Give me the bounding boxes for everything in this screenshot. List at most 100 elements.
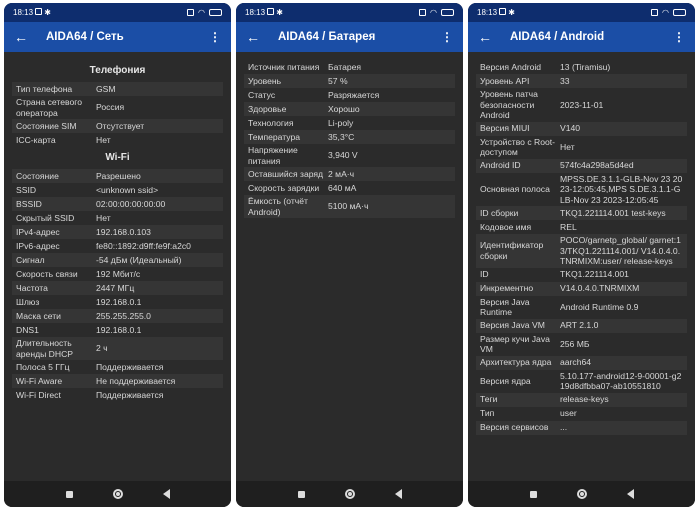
row-label: Версия Android — [480, 61, 542, 72]
battery-icon — [209, 9, 222, 16]
row-label: Длительность аренды DHCP — [16, 338, 74, 359]
info-row: Шлюз 192.168.0.1 — [12, 295, 223, 309]
navigation-bar — [4, 481, 231, 507]
info-row: BSSID 02:00:00:00:00:00 — [12, 197, 223, 211]
phone-screen: 18:13 ✱ ◠ ← AIDA64 / Батарея ⋮ Источник пита… — [236, 3, 463, 507]
row-value: Россия — [96, 102, 125, 113]
row-label: IPv4-адрес — [16, 226, 60, 237]
row-value: 3,940 V — [328, 150, 358, 161]
info-row: ID TKQ1.221114.001 — [476, 268, 687, 282]
row-label: Страна сетевого оператора — [16, 97, 82, 118]
info-row: Маска сети 255.255.255.0 — [12, 309, 223, 323]
row-label: Теги — [480, 394, 498, 405]
home-button[interactable] — [112, 489, 123, 499]
status-bar: 18:13 ✱ ◠ — [4, 3, 231, 22]
row-label: Здоровье — [248, 103, 287, 114]
row-label: SSID — [16, 184, 37, 195]
screen-title: AIDA64 / Android — [510, 31, 605, 43]
home-button[interactable] — [576, 489, 587, 499]
row-value: 5.10.177-android12-9-00001-g219d8dfbba07… — [560, 370, 682, 392]
row-value: Разрешено — [96, 170, 141, 181]
info-list[interactable]: Источник питания Батарея Уровень 57 % Статус… — [236, 52, 463, 218]
back-arrow-icon[interactable]: ← — [246, 29, 268, 45]
info-row: Теги release-keys — [476, 392, 687, 407]
info-row: Инкрементно V14.0.4.0.TNRMIXM — [476, 281, 687, 296]
row-value: aarch64 — [560, 357, 592, 368]
row-label: Версия Java VM — [480, 320, 545, 331]
row-label: IPv6-адрес — [16, 240, 60, 251]
info-row: Версия Android 13 (Tiramisu) — [476, 60, 687, 74]
row-value: Нет — [96, 134, 111, 145]
row-value: 640 мА — [328, 182, 357, 193]
battery-icon — [673, 9, 686, 16]
recents-button[interactable] — [65, 490, 73, 498]
row-label: Скорость связи — [16, 268, 78, 279]
info-row: Состояние Разрешено — [12, 169, 223, 183]
row-value: Нет — [560, 141, 575, 152]
info-row: Идентификатор сборки POCO/garnetp_global/… — [476, 234, 687, 268]
overflow-menu-icon[interactable]: ⋮ — [209, 30, 221, 44]
row-label: Кодовое имя — [480, 221, 532, 232]
battery-icon — [441, 9, 454, 16]
status-bar: 18:13 ✱ ◠ — [468, 3, 695, 22]
info-list[interactable]: Телефония Тип телефона GSM Страна сетевого … — [4, 52, 231, 402]
status-bar: 18:13 ✱ ◠ — [236, 3, 463, 22]
row-label: Идентификатор сборки — [480, 240, 544, 261]
row-label: Ёмкость (отчёт Android) — [248, 196, 308, 217]
row-label: Состояние SIM — [16, 120, 77, 131]
info-row: Сигнал -54 дБм (Идеальный) — [12, 253, 223, 267]
info-row: Источник питания Батарея — [244, 60, 455, 74]
info-row: Температура 35,3°C — [244, 130, 455, 144]
row-value: release-keys — [560, 394, 609, 405]
row-value: 192 Мбит/с — [96, 268, 141, 279]
row-value: 33 — [560, 75, 570, 86]
row-value: 192.168.0.1 — [96, 324, 142, 335]
row-value: 255.255.255.0 — [96, 310, 151, 321]
back-button[interactable] — [162, 489, 170, 499]
back-arrow-icon[interactable]: ← — [14, 29, 36, 45]
row-value: POCO/garnetp_global/ garnet:13/TKQ1.2211… — [560, 235, 681, 266]
row-label: Температура — [248, 131, 301, 142]
row-value: 256 МБ — [560, 338, 590, 349]
overflow-menu-icon[interactable]: ⋮ — [441, 30, 453, 44]
vibrate-icon — [651, 9, 659, 16]
row-label: Устройство с Root-доступом — [480, 136, 556, 158]
back-arrow-icon[interactable]: ← — [478, 29, 500, 45]
info-row: Ёмкость (отчёт Android) 5100 мА·ч — [244, 195, 455, 218]
section-header: Wi-Fi — [105, 152, 130, 163]
info-row: Страна сетевого оператора Россия — [12, 96, 223, 119]
settings-icon: ✱ — [44, 8, 51, 17]
recents-button[interactable] — [297, 490, 305, 498]
row-label: Скрытый SSID — [16, 212, 75, 223]
row-label: Маска сети — [16, 310, 61, 321]
row-label: Тип — [480, 408, 495, 419]
row-value: TKQ1.221114.001 test-keys — [560, 207, 666, 218]
info-row: Скорость связи 192 Мбит/с — [12, 267, 223, 281]
wifi-icon: ◠ — [198, 8, 205, 17]
screen-title: AIDA64 / Сеть — [46, 31, 124, 43]
wifi-icon: ◠ — [662, 8, 669, 17]
info-list[interactable]: Версия Android 13 (Tiramisu) Уровень API 33… — [468, 52, 695, 435]
back-button[interactable] — [394, 489, 402, 499]
back-button[interactable] — [626, 489, 634, 499]
overflow-menu-icon[interactable]: ⋮ — [673, 30, 685, 44]
info-row: Оставшийся заряд 2 мА·ч — [244, 167, 455, 181]
row-value: 192.168.0.1 — [96, 296, 142, 307]
row-value: 02:00:00:00:00:00 — [96, 198, 166, 209]
row-value: V14.0.4.0.TNRMIXM — [560, 283, 640, 294]
row-label: Версия ядра — [480, 375, 531, 386]
info-row: Версия MIUI V140 — [476, 121, 687, 136]
notification-icon — [499, 8, 507, 15]
row-value: 35,3°C — [328, 131, 355, 142]
info-row: Размер кучи Java VM 256 МБ — [476, 333, 687, 356]
row-value: -54 дБм (Идеальный) — [96, 254, 182, 265]
row-value: V140 — [560, 123, 581, 134]
row-label: Wi-Fi Direct — [16, 389, 61, 400]
info-row: IPv4-адрес 192.168.0.103 — [12, 225, 223, 239]
row-value: MPSS.DE.3.1.1-GLB-Nov 23 2023-12:05:45,M… — [560, 173, 683, 205]
home-button[interactable] — [344, 489, 355, 499]
info-row: Частота 2447 МГц — [12, 281, 223, 295]
recents-button[interactable] — [529, 490, 537, 498]
row-label: Статус — [248, 89, 276, 100]
row-value: REL — [560, 221, 577, 232]
